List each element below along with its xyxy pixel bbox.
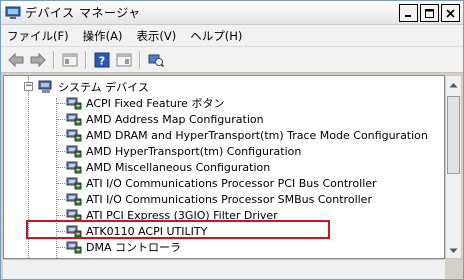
tree-device-item[interactable]: ATI I/O Communications Processor PCI Bus…	[66, 175, 377, 191]
tree-device-item[interactable]: ATI I/O Communications Processor SMBus C…	[66, 191, 372, 207]
tree-guide-line	[57, 103, 65, 104]
window-title: デバイス マネージャ	[25, 6, 141, 20]
system-device-icon	[66, 177, 82, 190]
vertical-scrollbar[interactable]	[445, 75, 462, 259]
close-icon	[446, 8, 455, 18]
highlight-annotation	[26, 220, 330, 239]
menu-bar: ファイル(F) 操作(A) 表示(V) ヘルプ(H)	[1, 25, 463, 47]
tree-device-item[interactable]: DMA コントローラ	[66, 239, 181, 255]
system-device-icon	[66, 129, 82, 142]
minimize-icon	[405, 14, 411, 17]
tree-device-label: AMD Address Map Configuration	[86, 112, 264, 126]
properties-view-button[interactable]	[59, 50, 81, 70]
tree-device-item[interactable]: AMD DRAM and HyperTransport(tm) Trace Mo…	[66, 127, 428, 143]
svg-text:?: ?	[99, 54, 105, 67]
scan-hardware-icon	[148, 54, 164, 67]
scroll-down-icon[interactable]	[449, 248, 458, 254]
toolbar-separator	[85, 50, 87, 69]
scan-hardware-button[interactable]	[145, 50, 167, 70]
tree-guide-line	[57, 135, 65, 136]
system-device-icon	[66, 97, 82, 110]
tree-device-label: AMD Miscellaneous Configuration	[86, 160, 271, 174]
scroll-up-icon[interactable]	[449, 82, 458, 88]
toolbar: ?	[1, 47, 463, 73]
tree-guide-line	[57, 167, 65, 168]
tree-device-item[interactable]: AMD Miscellaneous Configuration	[66, 159, 270, 175]
tree-device-label: ATI I/O Communications Processor PCI Bus…	[86, 176, 377, 190]
maximize-button[interactable]	[420, 4, 439, 22]
tree-device-item[interactable]: AMD Address Map Configuration	[66, 111, 264, 127]
tree-category-system-devices[interactable]: システム デバイス	[38, 79, 149, 95]
system-device-icon	[66, 241, 82, 254]
tree-guide-line	[57, 119, 65, 120]
back-arrow-icon	[8, 52, 24, 67]
tree-guide-line	[57, 247, 65, 248]
title-bar[interactable]: デバイス マネージャ	[1, 1, 463, 25]
horizontal-scrollbar[interactable]	[3, 259, 445, 279]
toolbar-separator	[139, 50, 141, 69]
collapse-toggle[interactable]: −	[24, 82, 33, 91]
tree-device-label: ACPI Fixed Feature ボタン	[86, 97, 225, 110]
minimize-button[interactable]	[399, 4, 418, 22]
close-button[interactable]	[441, 4, 460, 22]
computer-category-icon	[38, 80, 52, 93]
window-controls	[399, 4, 460, 22]
console-tree-icon	[116, 53, 132, 66]
forward-arrow-icon	[30, 52, 46, 67]
menu-view[interactable]: 表示(V)	[136, 28, 176, 44]
menu-help[interactable]: ヘルプ(H)	[190, 28, 242, 44]
tree-guide-line	[57, 215, 65, 216]
forward-button[interactable]	[27, 50, 49, 70]
system-device-icon	[66, 113, 82, 126]
properties-view-icon	[62, 53, 78, 66]
console-tree-button[interactable]	[113, 50, 135, 70]
tree-guide-line	[57, 199, 65, 200]
tree-category-label: システム デバイス	[58, 81, 149, 94]
system-device-icon	[66, 145, 82, 158]
tree-device-label: AMD HyperTransport(tm) Configuration	[86, 144, 302, 158]
tree-device-label: DMA コントローラ	[86, 241, 181, 254]
device-manager-window: デバイス マネージャ ファイル(F) 操作(A) 表示(V) ヘルプ(H) ? …	[0, 0, 464, 280]
menu-action[interactable]: 操作(A)	[83, 28, 123, 44]
tree-device-label: AMD DRAM and HyperTransport(tm) Trace Mo…	[86, 128, 428, 142]
back-button[interactable]	[5, 50, 27, 70]
help-icon: ?	[94, 52, 110, 67]
scrollbar-thumb[interactable]	[447, 96, 460, 174]
menu-file[interactable]: ファイル(F)	[7, 28, 69, 44]
system-device-icon	[66, 193, 82, 206]
maximize-icon	[425, 8, 434, 18]
tree-guide-line	[57, 151, 65, 152]
system-device-icon	[66, 161, 82, 174]
tree-device-item[interactable]: ACPI Fixed Feature ボタン	[66, 95, 224, 111]
tree-device-label: ATI I/O Communications Processor SMBus C…	[86, 192, 372, 206]
device-manager-app-icon	[5, 6, 21, 19]
tree-device-item[interactable]: AMD HyperTransport(tm) Configuration	[66, 143, 301, 159]
tree-guide-line	[57, 183, 65, 184]
help-button[interactable]: ?	[91, 50, 113, 70]
toolbar-separator	[53, 50, 55, 69]
